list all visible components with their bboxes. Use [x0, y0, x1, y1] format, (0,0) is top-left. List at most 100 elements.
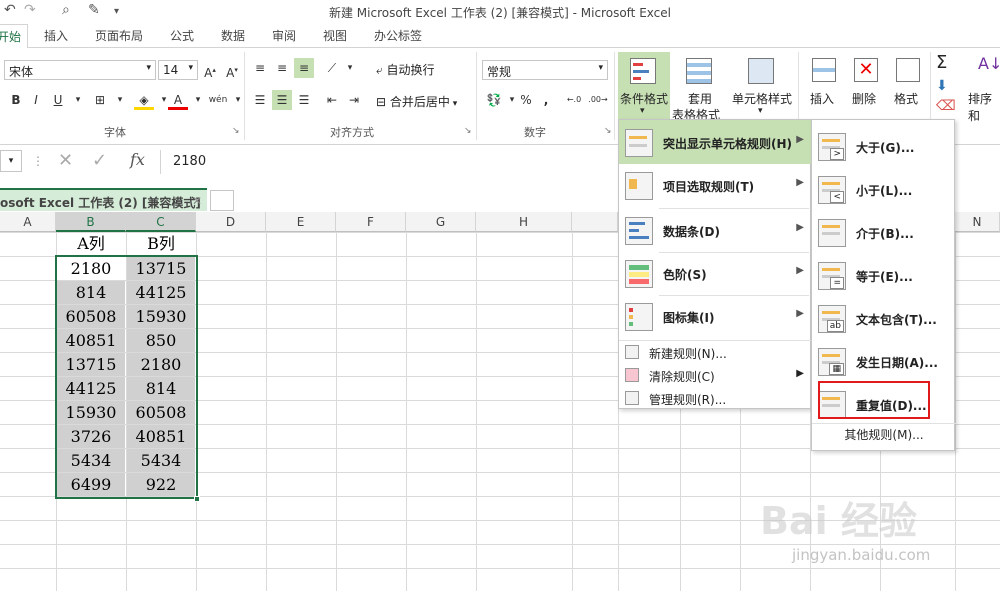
chevron-down-icon[interactable]: ▾ — [68, 90, 88, 110]
menu-item-highlight-rules[interactable]: 突出显示单元格规则(H) ▶ — [619, 121, 812, 164]
chevron-down-icon[interactable]: ▾ — [228, 90, 248, 110]
submenu-item-equal-to[interactable]: = 等于(E)... — [812, 254, 956, 297]
dialog-launcher-icon[interactable]: ↘ — [464, 126, 472, 136]
decrease-indent-icon[interactable]: ⇤ — [322, 90, 342, 110]
column-header[interactable]: B — [56, 212, 126, 232]
bold-icon[interactable]: B — [6, 90, 26, 110]
insert-function-icon[interactable]: fx — [130, 150, 145, 169]
tab-insert[interactable]: 插入 — [44, 27, 68, 44]
manage-rules-icon — [625, 391, 639, 405]
conditional-format-button[interactable]: 条件格式 ▾ — [618, 52, 670, 120]
insert-cells-button[interactable]: 插入 — [804, 52, 844, 120]
submenu-item-date-occurring[interactable]: ▦ 发生日期(A)... — [812, 340, 956, 383]
menu-item-clear-rules[interactable]: 清除规则(C) ▶ — [619, 364, 812, 387]
conditional-format-icon — [630, 58, 656, 84]
sort-filter-button[interactable]: 排序和 — [968, 90, 1000, 124]
tab-data[interactable]: 数据 — [221, 27, 245, 44]
decrease-font-icon[interactable]: A▾ — [222, 60, 242, 80]
menu-item-icon-sets[interactable]: 图标集(I) ▶ — [619, 295, 812, 338]
tab-office-tab[interactable]: 办公标签 — [374, 27, 422, 44]
percent-icon[interactable]: % — [516, 90, 536, 110]
new-rule-icon — [625, 345, 639, 359]
column-header[interactable]: E — [266, 212, 336, 232]
align-middle-icon[interactable]: ≡ — [272, 58, 292, 78]
submenu-item-less-than[interactable]: < 小于(L)... — [812, 168, 956, 211]
chevron-down-icon[interactable]: ▾ — [110, 90, 130, 110]
column-header[interactable]: G — [406, 212, 476, 232]
table-header-a[interactable]: A列 — [56, 232, 126, 256]
underline-icon[interactable]: U — [48, 90, 68, 110]
fill-icon[interactable]: ⬇ — [936, 78, 948, 94]
tab-home[interactable]: 开始 — [0, 24, 29, 49]
submenu-item-between[interactable]: 介于(B)... — [812, 211, 956, 254]
increase-font-icon[interactable]: A▴ — [200, 60, 220, 80]
delete-cells-button[interactable]: ✕ 删除 — [846, 52, 886, 120]
column-header[interactable]: C — [126, 212, 196, 232]
menu-item-top-bottom-rules[interactable]: 项目选取规则(T) ▶ — [619, 164, 812, 207]
column-header[interactable]: N — [955, 212, 1000, 232]
tab-review[interactable]: 审阅 — [272, 27, 296, 44]
phonetic-icon[interactable]: wén — [208, 90, 228, 110]
chevron-down-icon[interactable]: ▾ — [188, 90, 208, 110]
comma-icon[interactable]: , — [536, 90, 556, 110]
name-box-dropdown[interactable]: ▾ — [0, 150, 22, 172]
sort-filter-icon[interactable]: A↓ — [978, 54, 1000, 73]
formula-input[interactable]: 2180 — [160, 150, 616, 174]
cancel-icon[interactable]: ✕ — [58, 150, 73, 171]
tab-formulas[interactable]: 公式 — [170, 27, 194, 44]
menu-item-color-scales[interactable]: 色阶(S) ▶ — [619, 252, 812, 295]
data-bars-icon — [625, 217, 653, 245]
tab-page-layout[interactable]: 页面布局 — [95, 27, 143, 44]
menu-item-new-rule[interactable]: 新建规则(N)... — [619, 341, 812, 364]
number-format-box[interactable]: 常规 ▾ — [482, 60, 608, 80]
font-color-icon[interactable]: A — [168, 90, 188, 110]
chevron-down-icon[interactable]: ▾ — [340, 58, 360, 78]
watermark-brand: Bai 经验 — [760, 499, 917, 543]
align-bottom-icon[interactable]: ≡ — [294, 58, 314, 78]
format-cells-button[interactable]: 格式 — [888, 52, 928, 120]
italic-icon[interactable]: I — [26, 90, 46, 110]
align-top-icon[interactable]: ≡ — [250, 58, 270, 78]
dialog-launcher-icon[interactable]: ↘ — [604, 126, 612, 136]
border-icon[interactable]: ⊞ — [90, 90, 110, 110]
currency-icon[interactable]: 💱 — [484, 90, 504, 110]
increase-decimal-icon[interactable]: ←.0 — [564, 90, 584, 110]
fill-handle[interactable] — [194, 496, 200, 502]
font-name-box[interactable]: 宋体 ▾ — [4, 60, 156, 80]
font-size-box[interactable]: 14 ▾ — [158, 60, 198, 80]
align-left-icon[interactable]: ☰ — [250, 90, 270, 110]
cell-styles-button[interactable]: 单元格样式 ▾ — [730, 52, 794, 120]
fill-color-icon[interactable]: ◈ — [134, 90, 154, 110]
format-cells-icon — [896, 58, 920, 82]
tab-view[interactable]: 视图 — [323, 27, 347, 44]
menu-item-manage-rules[interactable]: 管理规则(R)... — [619, 387, 812, 410]
submenu-item-greater-than[interactable]: > 大于(G)... — [812, 125, 956, 168]
column-header[interactable]: F — [336, 212, 406, 232]
workbook-tab[interactable]: osoft Excel 工作表 (2) [兼容模式] ✕ — [0, 188, 207, 211]
enter-icon[interactable]: ✓ — [92, 150, 107, 171]
wrap-text-button[interactable]: ⤶ 自动换行 — [376, 61, 435, 78]
clear-icon[interactable]: ⌫ — [936, 98, 956, 114]
column-header[interactable]: A — [0, 212, 56, 232]
decrease-decimal-icon[interactable]: .00→ — [588, 90, 608, 110]
dialog-launcher-icon[interactable]: ↘ — [232, 126, 240, 136]
column-header[interactable] — [572, 212, 618, 232]
align-right-icon[interactable]: ☰ — [294, 90, 314, 110]
orientation-icon[interactable]: ⟋ — [322, 58, 342, 78]
close-icon[interactable]: ✕ — [192, 194, 202, 208]
table-header-b[interactable]: B列 — [126, 232, 196, 256]
new-tab-button[interactable] — [210, 190, 234, 211]
column-header[interactable]: D — [196, 212, 266, 232]
autosum-icon[interactable]: Σ — [936, 52, 947, 73]
merge-center-button[interactable]: ⊟ 合并后居中 ▾ — [376, 93, 457, 110]
increase-indent-icon[interactable]: ⇥ — [344, 90, 364, 110]
number-group-label: 数字 — [524, 126, 546, 139]
delete-cells-icon: ✕ — [854, 58, 878, 82]
chevron-right-icon: ▶ — [796, 177, 804, 188]
format-as-table-button[interactable]: 套用 表格格式 — [672, 52, 728, 122]
more-rules-item[interactable]: 其他规则(M)... — [812, 426, 956, 443]
menu-item-data-bars[interactable]: 数据条(D) ▶ — [619, 209, 812, 252]
align-center-icon[interactable]: ☰ — [272, 90, 292, 110]
submenu-item-text-contains[interactable]: ab 文本包含(T)... — [812, 297, 956, 340]
column-header[interactable]: H — [476, 212, 572, 232]
